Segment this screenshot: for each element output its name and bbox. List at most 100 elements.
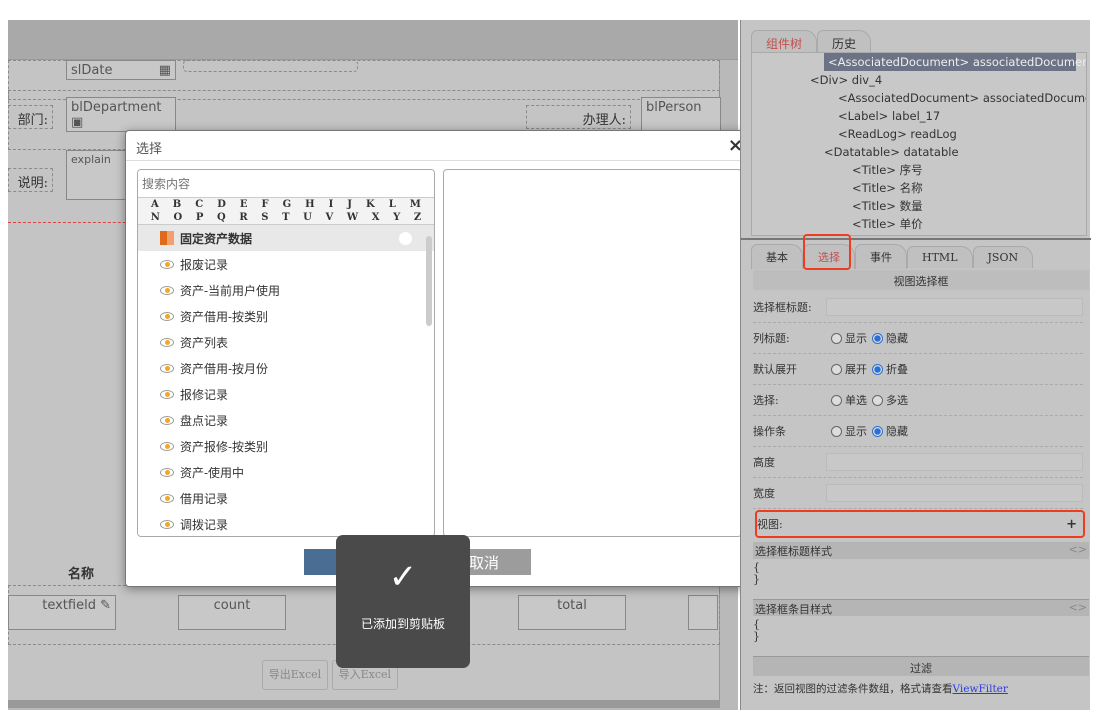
total-text: total xyxy=(557,598,587,613)
handler-label: 办理人: xyxy=(526,105,631,129)
letter-p[interactable]: P xyxy=(196,212,204,223)
tab-html[interactable]: HTML xyxy=(907,246,973,268)
tree-node[interactable]: <AssociatedDocument> associatedDocument xyxy=(824,53,1086,71)
user-icon: ▣ xyxy=(71,115,84,130)
list-item[interactable]: 资产-当前用户使用 xyxy=(138,277,434,303)
list-item-label: 借用记录 xyxy=(180,491,229,506)
title-input[interactable] xyxy=(826,298,1083,316)
radio-hide[interactable] xyxy=(872,332,883,344)
list-item[interactable]: 资产列表 xyxy=(138,329,434,355)
remove-icon[interactable] xyxy=(399,231,412,245)
letter-n[interactable]: N xyxy=(151,212,160,223)
letter-g[interactable]: G xyxy=(283,199,292,210)
tab-event[interactable]: 事件 xyxy=(855,244,907,269)
letter-f[interactable]: F xyxy=(261,199,268,210)
letter-u[interactable]: U xyxy=(303,212,312,223)
brace-open[interactable]: { xyxy=(753,562,1089,574)
tree-node[interactable]: <AssociatedDocument> associatedDocument xyxy=(752,89,1086,107)
letter-b[interactable]: B xyxy=(173,199,181,210)
letter-v[interactable]: V xyxy=(326,212,334,223)
filter-note: 注：返回视图的过滤条件数组，格式请查看 xyxy=(753,683,953,695)
height-label: 高度 xyxy=(753,456,775,469)
letter-l[interactable]: L xyxy=(389,199,396,210)
letter-c[interactable]: C xyxy=(195,199,203,210)
letter-z[interactable]: Z xyxy=(414,212,421,223)
letter-k[interactable]: K xyxy=(366,199,375,210)
textfield-field[interactable]: textfield ✎ xyxy=(8,595,116,630)
list-item-label: 资产列表 xyxy=(180,335,229,350)
tree-node[interactable]: <Title> 单价 xyxy=(752,215,1086,233)
list-item[interactable]: 报废记录 xyxy=(138,251,434,277)
letter-s[interactable]: S xyxy=(261,212,268,223)
letter-t[interactable]: T xyxy=(282,212,289,223)
tree-node[interactable]: <Title> 序号 xyxy=(752,161,1086,179)
radio-toolbar-hide[interactable] xyxy=(872,425,883,437)
list-item[interactable]: 资产借用-按月份 xyxy=(138,355,434,381)
viewfilter-link[interactable]: ViewFilter xyxy=(953,683,1008,695)
view-list: 固定资产数据 报废记录 资产-当前用户使用 资产借用-按类别资产列表资产借用-按月份报… xyxy=(138,225,434,536)
column-name-header: 名称 xyxy=(67,567,94,582)
radio-show[interactable] xyxy=(831,332,842,344)
tree-node[interactable]: <Div> div_4 xyxy=(752,71,1086,89)
height-input[interactable] xyxy=(826,453,1083,471)
letter-m[interactable]: M xyxy=(410,199,421,210)
list-item[interactable]: 调拨记录 xyxy=(138,511,434,536)
count-text: count xyxy=(213,598,251,613)
brace-close[interactable]: } xyxy=(753,631,1089,643)
list-item[interactable]: 借用记录 xyxy=(138,485,434,511)
extra-field[interactable] xyxy=(688,595,718,630)
department-field[interactable]: blDepartment ▣ xyxy=(66,97,176,132)
list-item[interactable]: 资产借用-按类别 xyxy=(138,303,434,329)
person-field[interactable]: blPerson xyxy=(641,97,721,132)
code-icon[interactable]: <> xyxy=(1069,601,1087,615)
list-item-label: 盘点记录 xyxy=(180,413,229,428)
radio-toolbar-show[interactable] xyxy=(831,425,842,437)
letter-q[interactable]: Q xyxy=(217,212,226,223)
list-item[interactable]: 报修记录 xyxy=(138,381,434,407)
letter-o[interactable]: O xyxy=(174,212,183,223)
letter-a[interactable]: A xyxy=(151,199,159,210)
tree-node[interactable]: <Title> 数量 xyxy=(752,197,1086,215)
list-item[interactable]: 资产-使用中 xyxy=(138,459,434,485)
letter-h[interactable]: H xyxy=(305,199,314,210)
tree-node[interactable]: <Label> label_17 xyxy=(752,107,1086,125)
radio-multi[interactable] xyxy=(872,394,883,406)
list-item[interactable]: 盘点记录 xyxy=(138,407,434,433)
letter-i[interactable]: I xyxy=(329,199,334,210)
list-item[interactable]: 资产报修-按类别 xyxy=(138,433,434,459)
code-icon[interactable]: <> xyxy=(1069,543,1087,558)
tree-node[interactable]: <Datatable> datatable xyxy=(752,143,1086,161)
item-style-header: 选择框条目样式 xyxy=(755,603,832,616)
letter-d[interactable]: D xyxy=(217,199,226,210)
width-input[interactable] xyxy=(826,484,1083,502)
sldate-text: slDate xyxy=(71,63,113,78)
highlight-box xyxy=(803,234,851,270)
list-scrollbar[interactable] xyxy=(426,236,432,326)
letter-y[interactable]: Y xyxy=(393,212,400,223)
eye-icon xyxy=(160,311,174,321)
total-field[interactable]: total xyxy=(518,595,626,630)
letter-r[interactable]: R xyxy=(239,212,247,223)
property-tabs: 基本 选择 事件 HTML JSON xyxy=(751,244,1034,269)
letter-e[interactable]: E xyxy=(240,199,248,210)
brace-open[interactable]: { xyxy=(753,619,1089,631)
sldate-field[interactable]: slDate ▦ xyxy=(66,60,176,80)
horizontal-scrollbar[interactable] xyxy=(8,700,720,708)
count-field[interactable]: count xyxy=(178,595,286,630)
add-view-button[interactable]: + xyxy=(1066,517,1077,532)
export-excel-button[interactable]: 导出Excel xyxy=(262,660,328,690)
tab-basic[interactable]: 基本 xyxy=(751,244,803,269)
letter-x[interactable]: X xyxy=(372,212,380,223)
tab-json[interactable]: JSON xyxy=(972,246,1034,268)
list-item[interactable]: 固定资产数据 xyxy=(138,225,434,251)
radio-single[interactable] xyxy=(831,394,842,406)
search-input[interactable] xyxy=(138,170,434,198)
multi-text: 多选 xyxy=(886,394,908,407)
brace-close[interactable]: } xyxy=(753,574,1089,586)
radio-collapse[interactable] xyxy=(872,363,883,375)
radio-expand[interactable] xyxy=(831,363,842,375)
tree-node[interactable]: <ReadLog> readLog xyxy=(752,125,1086,143)
tree-node[interactable]: <Title> 名称 xyxy=(752,179,1086,197)
letter-j[interactable]: J xyxy=(347,199,352,210)
letter-w[interactable]: W xyxy=(347,212,358,223)
